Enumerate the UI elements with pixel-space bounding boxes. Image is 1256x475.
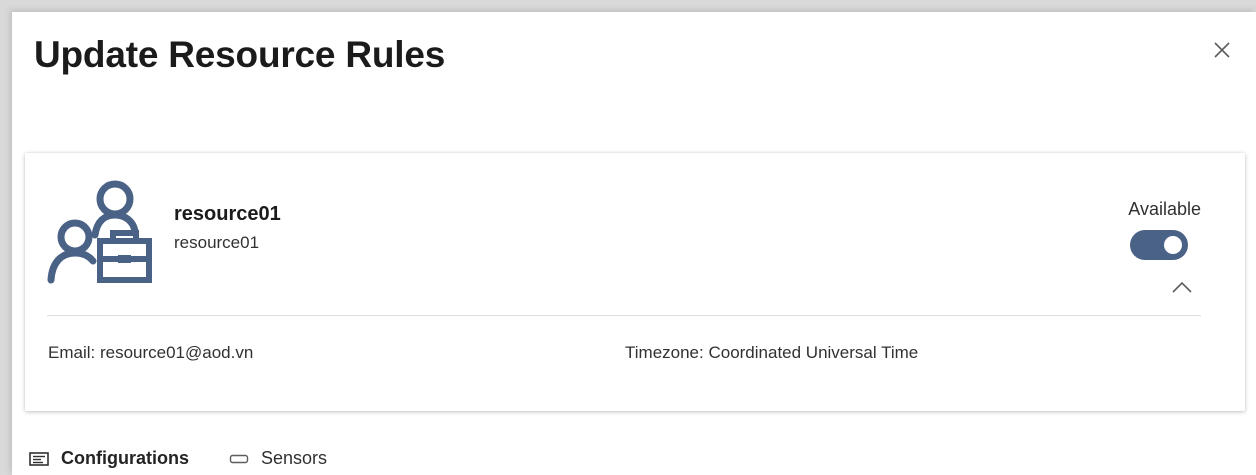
dialog-title: Update Resource Rules <box>34 34 446 75</box>
resource-timezone: Timezone: Coordinated Universal Time <box>625 343 919 362</box>
configurations-icon <box>29 451 49 466</box>
availability-toggle[interactable] <box>1130 230 1188 260</box>
resource-card: resource01 resource01 Available Email: r… <box>25 153 1245 411</box>
tab-bar: Configurations Sensors <box>29 448 327 469</box>
close-icon <box>1214 42 1230 58</box>
toggle-knob <box>1164 236 1182 254</box>
resource-people-briefcase-icon <box>47 180 152 284</box>
resource-email: Email: resource01@aod.vn <box>48 343 254 362</box>
sensors-icon <box>229 454 249 463</box>
tab-configurations[interactable]: Configurations <box>29 448 189 469</box>
tab-configurations-label: Configurations <box>61 448 189 468</box>
tab-sensors[interactable]: Sensors <box>229 448 327 469</box>
card-divider <box>47 315 1201 316</box>
availability-label: Available <box>1128 199 1201 219</box>
close-button[interactable] <box>1212 40 1232 60</box>
resource-name: resource01 <box>174 203 281 225</box>
update-resource-rules-dialog: Update Resource Rules resource01 resourc… <box>12 12 1256 475</box>
resource-subname: resource01 <box>174 233 260 252</box>
chevron-up-icon[interactable] <box>1171 280 1193 294</box>
tab-sensors-label: Sensors <box>261 448 328 468</box>
